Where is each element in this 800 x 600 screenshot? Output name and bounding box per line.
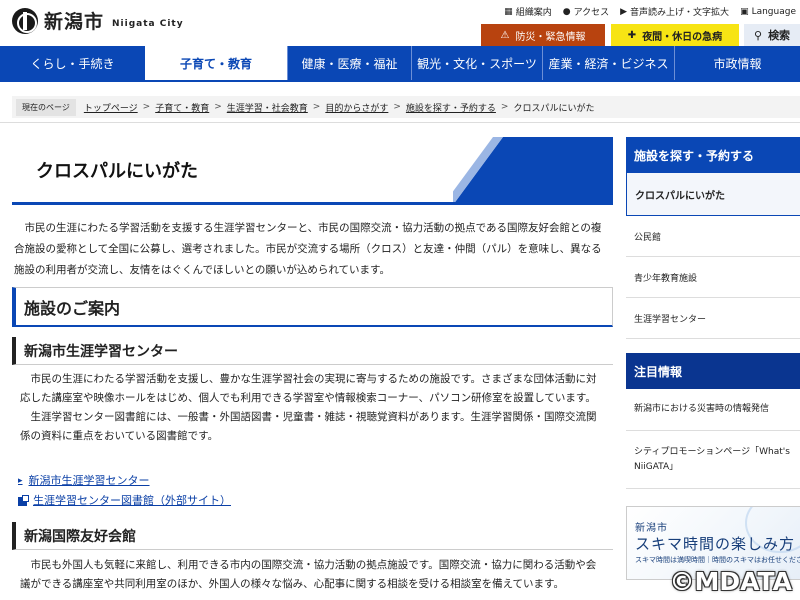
divider: [0, 122, 800, 123]
link-label: 生涯学習センター図書館（外部サイト）: [33, 494, 231, 507]
paragraph: 市民の生涯にわたる学習活動を支援し、豊かな生涯学習社会の実現に寄与するための施設…: [20, 373, 597, 404]
global-nav: くらし・手続き 子育て・教育 健康・医療・福祉 観光・文化・スポーツ 産業・経済…: [0, 46, 800, 80]
sidebar-item-community-center[interactable]: 公民館: [626, 216, 800, 257]
watermark: ©MDATA: [669, 567, 793, 596]
heading-intl-center: 新潟国際友好会館: [12, 522, 613, 550]
title-decoration: [453, 137, 613, 202]
intro-text: 市民の生涯にわたる学習活動を支援する生涯学習センターと、市民の国際交流・協力活動…: [14, 222, 602, 276]
sidebar-item-lifelong-center[interactable]: 生涯学習センター: [626, 298, 800, 339]
lifelong-links: ▸ 新潟市生涯学習センター 生涯学習センター図書館（外部サイト）: [18, 471, 231, 511]
utility-links: ▦ 組織案内 ● アクセス ▶ 音声読み上げ・文字拡大 ▣ Language: [504, 5, 796, 19]
sidebar-heading: 施設を探す・予約する: [626, 137, 800, 173]
util-label: Language: [751, 6, 796, 17]
breadcrumb-link-purpose[interactable]: 目的からさがす: [325, 101, 388, 114]
chevron-right-icon: >: [214, 102, 222, 112]
util-label: アクセス: [573, 8, 610, 18]
util-link-accessibility[interactable]: ▶ 音声読み上げ・文字拡大: [620, 5, 730, 19]
external-link-icon: [18, 494, 29, 506]
night-emergency-button[interactable]: ✚ 夜間・休日の急病: [611, 24, 739, 46]
city-emblem-icon: [12, 7, 38, 34]
page-title-banner: クロスパルにいがた: [12, 137, 613, 205]
arrow-right-icon: ▸: [18, 476, 23, 486]
medical-icon: ✚: [627, 29, 637, 41]
search-icon: ⚲: [754, 28, 763, 42]
sitemap-icon: ▦: [504, 6, 513, 17]
paragraph: 生涯学習センター図書館には、一般書・外国語図書・児童書・雑誌・視聴覚資料がありま…: [20, 411, 597, 442]
link-lifelong-center[interactable]: ▸ 新潟市生涯学習センター: [18, 471, 231, 491]
util-link-language[interactable]: ▣ Language: [740, 5, 796, 18]
night-label: 夜間・休日の急病: [642, 31, 723, 43]
search-label: 検索: [768, 29, 791, 42]
page-title: クロスパルにいがた: [36, 161, 198, 182]
nav-item-industry[interactable]: 産業・経済・ビジネス: [542, 46, 674, 80]
sidebar-heading-featured: 注目情報: [626, 353, 800, 389]
sidebar-list: 公民館 青少年教育施設 生涯学習センター: [626, 216, 800, 339]
intl-center-text: 市民も外国人も気軽に来館し、利用できる市内の国際交流・協力活動の拠点施設です。国…: [12, 556, 613, 594]
page: 新潟市 Niigata City ▦ 組織案内 ● アクセス ▶ 音声読み上げ・…: [0, 0, 800, 600]
link-lifelong-library[interactable]: 生涯学習センター図書館（外部サイト）: [18, 491, 231, 511]
breadcrumb-current: クロスパルにいがた: [513, 103, 595, 114]
sidebar-item-youth-facilities[interactable]: 青少年教育施設: [626, 257, 800, 298]
lifelong-center-text: 市民の生涯にわたる学習活動を支援し、豊かな生涯学習社会の実現に寄与するための施設…: [12, 370, 613, 446]
nav-item-childcare-education[interactable]: 子育て・教育: [145, 46, 287, 80]
banner-text: 新潟市: [635, 523, 668, 534]
featured-list: 新潟市における災害時の情報発信 シティプロモーションページ「What's Nii…: [626, 389, 800, 489]
featured-item[interactable]: シティプロモーションページ「What's NiiGATA」: [626, 431, 800, 489]
nav-item-living[interactable]: くらし・手続き: [0, 46, 145, 80]
breadcrumb-current-label: 現在のページ: [16, 98, 76, 116]
logo-text-en: Niigata City: [112, 18, 184, 29]
breadcrumb-link-facilities[interactable]: 施設を探す・予約する: [406, 101, 496, 114]
translate-icon: ▣: [740, 6, 749, 17]
chevron-right-icon: >: [142, 102, 151, 112]
nav-item-health[interactable]: 健康・医療・福祉: [287, 46, 411, 80]
site-logo[interactable]: 新潟市 Niigata City: [12, 7, 184, 34]
nav-underline: [0, 80, 800, 82]
sidebar-item-crosspal[interactable]: クロスパルにいがた: [626, 173, 800, 216]
chevron-right-icon: >: [312, 102, 321, 112]
util-link-organization[interactable]: ▦ 組織案内: [504, 5, 552, 19]
featured-item[interactable]: 新潟市における災害時の情報発信: [626, 389, 800, 431]
warning-icon: ⚠: [500, 29, 510, 41]
util-label: 音声読み上げ・文字拡大: [630, 8, 730, 18]
logo-text-jp: 新潟市: [44, 11, 105, 33]
breadcrumb-link-lifelong[interactable]: 生涯学習・社会教育: [227, 101, 308, 114]
location-pin-icon: ●: [562, 6, 571, 17]
nav-item-tourism[interactable]: 観光・文化・スポーツ: [411, 46, 542, 80]
chevron-right-icon: >: [500, 102, 509, 112]
util-link-access[interactable]: ● アクセス: [562, 5, 610, 19]
link-label: 新潟市生涯学習センター: [28, 474, 150, 487]
breadcrumb: 現在のページ トップページ > 子育て・教育 > 生涯学習・社会教育 > 目的か…: [12, 96, 800, 118]
search-button[interactable]: ⚲ 検索: [744, 24, 800, 46]
banner-title: スキマ時間の楽しみ方: [635, 535, 796, 553]
speaker-icon: ▶: [620, 6, 628, 17]
nav-item-city-info[interactable]: 市政情報: [674, 46, 800, 80]
section-heading-facilities: 施設のご案内: [12, 287, 613, 327]
breadcrumb-link-top[interactable]: トップページ: [84, 101, 138, 114]
chevron-right-icon: >: [393, 102, 401, 112]
util-label: 組織案内: [515, 8, 552, 18]
emergency-label: 防災・緊急情報: [515, 31, 586, 43]
breadcrumb-link-childcare[interactable]: 子育て・教育: [155, 101, 209, 114]
heading-lifelong-center: 新潟市生涯学習センター: [12, 337, 613, 365]
paragraph: 市民も外国人も気軽に来館し、利用できる市内の国際交流・協力活動の拠点施設です。国…: [20, 559, 597, 590]
banner-caption: スキマ時間は満喫時間｜時間のスキマはお任せください: [635, 556, 800, 564]
emergency-info-button[interactable]: ⚠ 防災・緊急情報: [481, 24, 605, 46]
